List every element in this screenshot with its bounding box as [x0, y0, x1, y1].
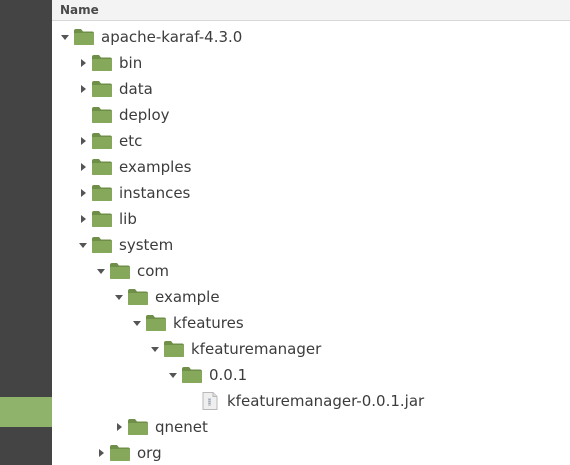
tree-item-label: deploy: [119, 106, 170, 124]
expander-expanded-icon[interactable]: [60, 32, 70, 42]
tree-item-label: qnenet: [155, 418, 208, 436]
tree-row[interactable]: qnenet: [52, 414, 570, 440]
tree-row[interactable]: etc: [52, 128, 570, 154]
tree-item-label: apache-karaf-4.3.0: [101, 28, 243, 46]
folder-icon: [91, 184, 113, 202]
folder-icon: [91, 54, 113, 72]
file-tree-view: Name apache-karaf-4.3.0 bin data deploy etc e…: [52, 0, 570, 465]
column-header-label: Name: [60, 3, 99, 17]
folder-icon: [145, 314, 167, 332]
tree-row[interactable]: 0.0.1: [52, 362, 570, 388]
folder-icon: [127, 288, 149, 306]
tree-row[interactable]: apache-karaf-4.3.0: [52, 24, 570, 50]
tree-item-label: instances: [119, 184, 191, 202]
sidebar-panel: [0, 0, 52, 465]
folder-icon: [91, 106, 113, 124]
expander-collapsed-icon[interactable]: [78, 188, 88, 198]
expander-collapsed-icon[interactable]: [96, 448, 106, 458]
tree-row[interactable]: example: [52, 284, 570, 310]
folder-icon: [73, 28, 95, 46]
expander-collapsed-icon[interactable]: [78, 214, 88, 224]
tree-item-label: example: [155, 288, 220, 306]
expander-collapsed-icon[interactable]: [114, 422, 124, 432]
tree-row[interactable]: com: [52, 258, 570, 284]
tree-item-label: bin: [119, 54, 143, 72]
tree-item-label: org: [137, 444, 162, 462]
tree-item-label: kfeatures: [173, 314, 244, 332]
tree-row[interactable]: bin: [52, 50, 570, 76]
expander-expanded-icon[interactable]: [96, 266, 106, 276]
tree-item-label: kfeaturemanager: [191, 340, 322, 358]
tree-row[interactable]: examples: [52, 154, 570, 180]
tree-item-label: system: [119, 236, 174, 254]
tree-item-label: data: [119, 80, 153, 98]
expander-expanded-icon[interactable]: [132, 318, 142, 328]
tree-row[interactable]: system: [52, 232, 570, 258]
tree-item-label: examples: [119, 158, 192, 176]
tree-item-label: com: [137, 262, 170, 280]
expander-collapsed-icon[interactable]: [78, 162, 88, 172]
expander-collapsed-icon[interactable]: [78, 136, 88, 146]
tree-item-label: lib: [119, 210, 137, 228]
folder-icon: [127, 418, 149, 436]
folder-icon: [91, 210, 113, 228]
folder-icon: [91, 132, 113, 150]
tree-row[interactable]: kfeaturemanager-0.0.1.jar: [52, 388, 570, 414]
folder-icon: [91, 236, 113, 254]
jar-file-icon: [199, 392, 221, 410]
folder-icon: [163, 340, 185, 358]
tree-row[interactable]: kfeatures: [52, 310, 570, 336]
expander-expanded-icon[interactable]: [114, 292, 124, 302]
folder-icon: [181, 366, 203, 384]
tree-row[interactable]: lib: [52, 206, 570, 232]
expander-expanded-icon[interactable]: [168, 370, 178, 380]
tree-row[interactable]: kfeaturemanager: [52, 336, 570, 362]
folder-icon: [91, 80, 113, 98]
tree-row[interactable]: org: [52, 440, 570, 465]
tree-item-label: etc: [119, 132, 143, 150]
expander-collapsed-icon[interactable]: [78, 84, 88, 94]
tree-row[interactable]: data: [52, 76, 570, 102]
folder-icon: [109, 444, 131, 462]
expander-expanded-icon[interactable]: [150, 344, 160, 354]
folder-icon: [91, 158, 113, 176]
tree-row[interactable]: deploy: [52, 102, 570, 128]
tree-item-label: 0.0.1: [209, 366, 248, 384]
sidebar-selected-item[interactable]: [0, 397, 52, 427]
tree-item-label: kfeaturemanager-0.0.1.jar: [227, 392, 425, 410]
expander-expanded-icon[interactable]: [78, 240, 88, 250]
folder-icon: [109, 262, 131, 280]
expander-collapsed-icon[interactable]: [78, 58, 88, 68]
column-header-name[interactable]: Name: [52, 0, 570, 21]
tree-row[interactable]: instances: [52, 180, 570, 206]
